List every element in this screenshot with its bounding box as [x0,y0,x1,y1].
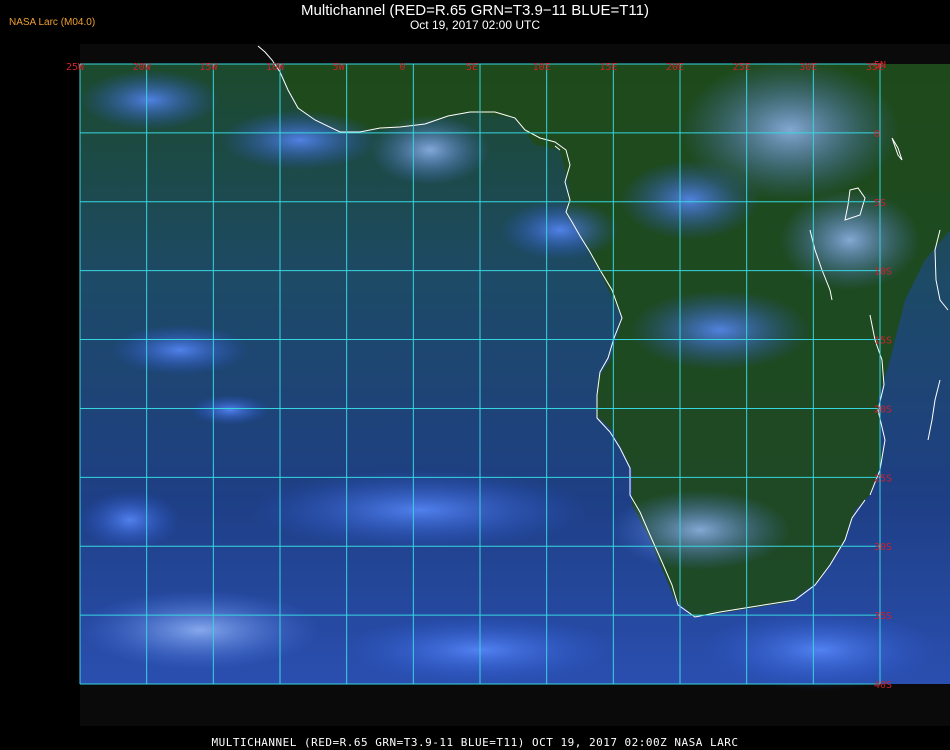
longitude-label: 25E [733,62,751,73]
latitude-label: 10S [874,267,892,278]
latitude-label: 25S [874,473,892,484]
latitude-label: 30S [874,542,892,553]
image-caption: MULTICHANNEL (RED=R.65 GRN=T3.9-11 BLUE=… [211,736,739,749]
latitude-label: 35S [874,611,892,622]
longitude-label: 30E [799,62,817,73]
latitude-label: 20S [874,404,892,415]
longitude-label: 10E [533,62,551,73]
longitude-label: 10W [266,62,285,73]
longitude-label: 0 [399,62,405,73]
latitude-label: 15S [874,336,892,347]
latitude-label: 5N [874,60,886,71]
latitude-label: 40S [874,680,892,691]
longitude-label: 5E [466,62,478,73]
longitude-label: 15E [599,62,617,73]
longitude-label: 20E [666,62,684,73]
longitude-label: 25W [66,62,85,73]
longitude-label: 15W [199,62,218,73]
latitude-label: 5S [874,198,886,209]
latitude-label: 0 [874,129,880,140]
longitude-label: 5W [333,62,346,73]
longitude-label: 20W [133,62,152,73]
satellite-map[interactable]: 25W 20W 15W 10W 5W 0 5E 10E 15E 20E 25E 30E 35E5N05S… [0,0,950,736]
